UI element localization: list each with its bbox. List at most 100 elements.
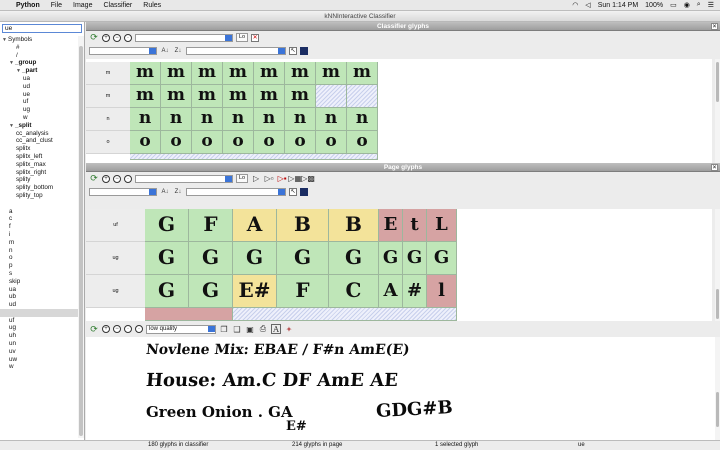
glyph-cell[interactable]: B — [277, 209, 329, 242]
play-all-icon[interactable]: ▷▩ — [301, 174, 315, 184]
glyph-cell[interactable]: o — [347, 131, 378, 154]
glyph-cell[interactable]: F — [189, 209, 233, 242]
page-image-view[interactable]: Novlene Mix: EBAE / F#n AmE(E) House: Am… — [86, 337, 720, 440]
glyph-cell[interactable]: m — [285, 85, 316, 108]
sort-descending-icon[interactable]: Z↓ — [173, 187, 183, 197]
tree-item[interactable] — [0, 308, 78, 317]
glyph-cell[interactable]: m — [223, 62, 254, 85]
grid-view-icon[interactable] — [300, 46, 308, 55]
page-filter-select[interactable] — [135, 174, 233, 183]
glyph-cell[interactable]: o — [161, 131, 192, 154]
tree-item[interactable]: m — [0, 239, 78, 247]
page-glyph-grid[interactable]: uf G F A B B Et Lug G G G G G G G Gug G G E# F C A # l — [86, 209, 712, 321]
glyph-cell[interactable]: G — [233, 242, 277, 275]
symbol-search-input[interactable]: ue — [2, 24, 82, 33]
font-icon[interactable]: A — [271, 324, 281, 334]
glyph-cell[interactable]: # — [403, 275, 427, 308]
glyph-cell[interactable]: t — [403, 209, 427, 242]
tree-item[interactable]: c — [0, 215, 78, 223]
glyph-cell[interactable]: n — [223, 108, 254, 131]
play-box-icon[interactable]: ▷▫ — [264, 174, 274, 184]
page-sort-select[interactable] — [89, 187, 157, 196]
save-icon[interactable]: ▣ — [245, 324, 255, 334]
menu-app-name[interactable]: Python — [16, 2, 40, 9]
tree-item[interactable]: s — [0, 270, 78, 278]
delete-icon[interactable]: ✕ — [251, 33, 260, 42]
menu-classifier[interactable]: Classifier — [103, 2, 132, 9]
tree-item[interactable]: ua — [0, 75, 78, 83]
image-scrollbar[interactable] — [715, 337, 720, 440]
tree-item[interactable]: ub — [0, 293, 78, 301]
zoom-fit-icon[interactable]: · — [135, 325, 143, 333]
battery-icon[interactable]: ▭ — [670, 1, 677, 9]
glyph-cell[interactable]: B — [329, 209, 379, 242]
page-rule-select[interactable] — [186, 187, 286, 196]
select-icon[interactable]: ↖ — [289, 187, 297, 196]
symbol-tree-scrollbar[interactable] — [78, 36, 84, 438]
tree-item[interactable]: ud — [0, 83, 78, 91]
tree-item[interactable]: uv — [0, 348, 78, 356]
tree-item[interactable]: ▼_part — [0, 67, 78, 75]
tree-item[interactable]: ud — [0, 301, 78, 309]
zoom-in-icon[interactable]: + — [102, 33, 110, 42]
play-icon[interactable]: ▷ — [251, 174, 261, 184]
menu-file[interactable]: File — [51, 2, 62, 9]
grid-view-icon[interactable] — [300, 187, 308, 196]
tree-item[interactable]: skip — [0, 278, 78, 286]
classifier-sort-select[interactable] — [89, 46, 157, 55]
glyph-cell[interactable]: m — [161, 85, 192, 108]
glyph-cell[interactable]: m — [130, 85, 161, 108]
tree-item[interactable]: splity_bottom — [0, 184, 78, 192]
user-icon[interactable]: ◉ — [684, 1, 690, 9]
lo-button[interactable]: Lo — [236, 33, 249, 42]
glyph-cell[interactable]: m — [316, 62, 347, 85]
glyph-cell[interactable]: A — [233, 209, 277, 242]
glyph-cell[interactable]: n — [254, 108, 285, 131]
tree-item[interactable]: ug — [0, 106, 78, 114]
tree-item[interactable]: a — [0, 208, 78, 216]
glyph-cell[interactable]: m — [130, 62, 161, 85]
glyph-cell[interactable]: G — [427, 242, 457, 275]
sort-ascending-icon[interactable]: A↓ — [160, 46, 170, 56]
glyph-cell[interactable]: E# — [233, 275, 277, 308]
glyph-cell[interactable]: A — [379, 275, 403, 308]
glyph-cell[interactable]: G — [329, 242, 379, 275]
refresh-icon[interactable]: ⟳ — [89, 173, 99, 184]
tree-item[interactable]: / — [0, 52, 78, 60]
glyph-cell[interactable]: G — [379, 242, 403, 275]
image-settings-icon[interactable]: ✦ — [284, 324, 294, 334]
glyph-cell[interactable]: m — [192, 62, 223, 85]
menu-image[interactable]: Image — [73, 2, 92, 9]
tree-item[interactable]: splity — [0, 176, 78, 184]
glyph-cell[interactable]: o — [285, 131, 316, 154]
glyph-cell[interactable]: m — [347, 62, 378, 85]
lo-button[interactable]: Lo — [236, 174, 249, 183]
tree-item[interactable]: i — [0, 231, 78, 239]
glyph-cell[interactable] — [145, 308, 233, 321]
zoom-out-icon[interactable]: − — [113, 174, 121, 183]
glyph-cell[interactable]: n — [347, 108, 378, 131]
zoom-in-icon[interactable]: + — [102, 174, 110, 183]
sort-ascending-icon[interactable]: A↓ — [160, 187, 170, 197]
glyph-cell[interactable]: n — [192, 108, 223, 131]
glyph-cell[interactable]: m — [161, 62, 192, 85]
tree-item[interactable]: ua — [0, 286, 78, 294]
glyph-cell[interactable]: m — [192, 85, 223, 108]
glyph-cell[interactable]: o — [254, 131, 285, 154]
tree-item[interactable]: splitx_max — [0, 161, 78, 169]
zoom-in-icon[interactable]: + — [102, 325, 110, 333]
wifi-icon[interactable]: ◠ — [572, 1, 578, 9]
tree-item[interactable]: splitx_left — [0, 153, 78, 161]
tree-item[interactable]: ue — [0, 91, 78, 99]
glyph-cell[interactable]: l — [427, 275, 457, 308]
refresh-icon[interactable]: ⟳ — [89, 32, 99, 43]
tree-item[interactable]: splity_top — [0, 192, 78, 200]
glyph-cell[interactable]: o — [316, 131, 347, 154]
notification-center-icon[interactable]: ☰ — [708, 1, 714, 9]
tree-item[interactable]: uh — [0, 332, 78, 340]
zoom-out-icon[interactable]: − — [113, 325, 121, 333]
tree-item[interactable]: w — [0, 363, 78, 371]
zoom-normal-icon[interactable]: · — [124, 325, 132, 333]
glyph-cell[interactable]: m — [254, 85, 285, 108]
paste-icon[interactable]: ❑ — [232, 324, 242, 334]
